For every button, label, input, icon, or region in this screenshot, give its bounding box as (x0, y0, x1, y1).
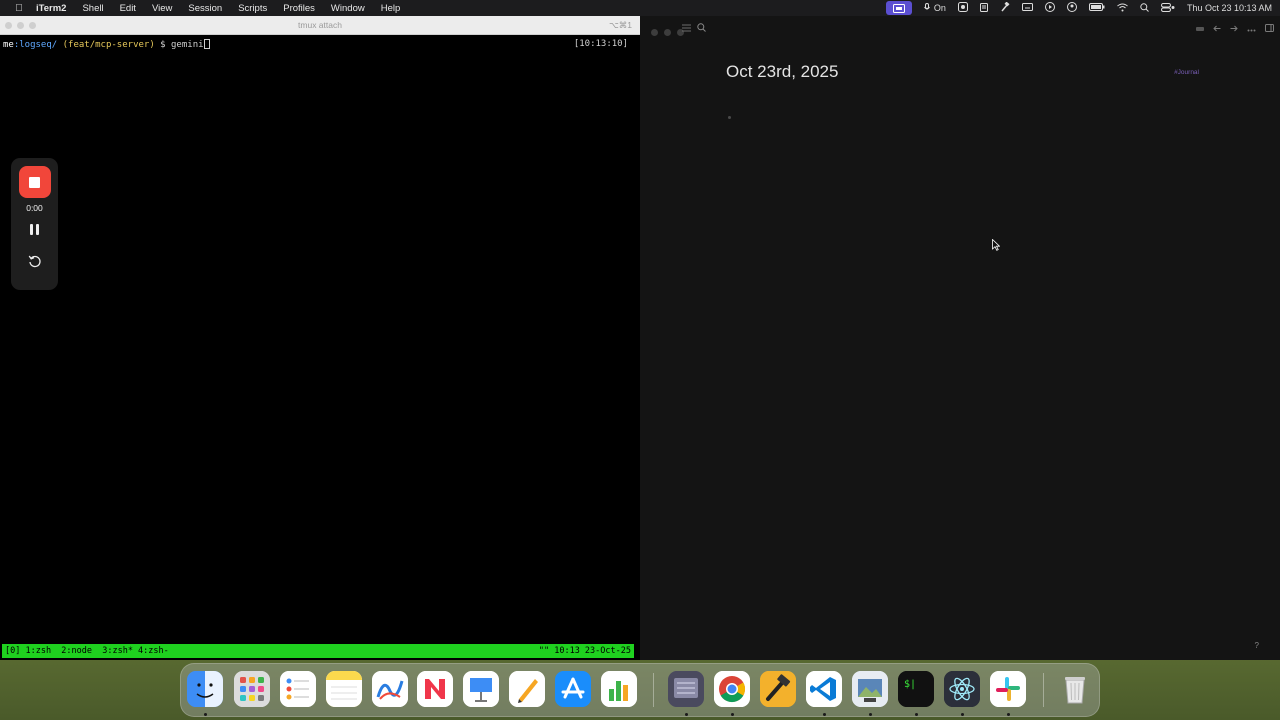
search-icon[interactable] (697, 23, 706, 35)
dock-reminders-icon[interactable] (280, 671, 316, 707)
menu-bar:  iTerm2 Shell Edit View Session Scripts… (0, 0, 1280, 16)
apple-icon[interactable]:  (12, 3, 26, 14)
dock-vs-code-icon[interactable] (806, 671, 842, 707)
menu-scripts[interactable]: Scripts (238, 3, 267, 14)
terminal-pane[interactable]: me:logseq/ (feat/mcp-server) $ gemini [1… (0, 36, 640, 646)
microphone-icon[interactable] (923, 2, 930, 14)
menu-view[interactable]: View (152, 3, 172, 14)
dock-running-indicator (869, 713, 872, 716)
mouse-pointer-icon (992, 238, 1001, 256)
control-center-icon[interactable] (1160, 2, 1175, 14)
window-controls (651, 29, 684, 36)
wifi-icon[interactable] (1117, 3, 1128, 14)
journal-tag[interactable]: #Journal (1174, 69, 1199, 76)
screen-recorder-widget: 0:00 (11, 158, 58, 290)
dock-running-indicator (1007, 713, 1010, 716)
right-sidebar-toggle-icon[interactable] (1265, 23, 1274, 35)
dock-chrome-icon[interactable] (714, 671, 750, 707)
prompt-line: me:logseq/ (feat/mcp-server) $ gemini (3, 39, 210, 50)
dock-running-indicator (731, 713, 734, 716)
iterm-titlebar[interactable]: tmux attach ⌥⌘1 (0, 16, 640, 35)
dock-launchpad-icon[interactable] (234, 671, 270, 707)
dock-app-store-icon[interactable] (555, 671, 591, 707)
back-arrow-icon[interactable] (1213, 23, 1221, 35)
dock-numbers-icon[interactable] (601, 671, 637, 707)
dock-separator (1043, 673, 1044, 707)
prompt-branch: (feat/mcp-server) (62, 40, 155, 50)
dock-trash-icon[interactable] (1057, 671, 1093, 707)
dock-terminal-icon[interactable]: $| (898, 671, 934, 707)
window-title: tmux attach (298, 20, 342, 30)
menu-window[interactable]: Window (331, 3, 365, 14)
window-shortcut-label: ⌥⌘1 (608, 20, 632, 30)
dock-notes-icon[interactable] (326, 671, 362, 707)
command-input[interactable]: gemini (171, 40, 204, 50)
left-toolbar (682, 23, 706, 35)
recording-timer: 0:00 (26, 203, 43, 213)
screen-record-indicator-icon[interactable] (885, 1, 912, 15)
clock-text[interactable]: Thu Oct 23 10:13 AM (1187, 3, 1272, 13)
dock-running-indicator (961, 713, 964, 716)
menu-shell[interactable]: Shell (82, 3, 103, 14)
menu-profiles[interactable]: Profiles (283, 3, 315, 14)
dock-news-icon[interactable] (417, 671, 453, 707)
page-title[interactable]: Oct 23rd, 2025 (726, 62, 838, 82)
minimize-window-button[interactable] (664, 29, 671, 36)
stop-recording-button[interactable] (18, 166, 51, 198)
dock-running-indicator (915, 713, 918, 716)
dock-running-indicator (823, 713, 826, 716)
more-options-icon[interactable] (1247, 23, 1256, 35)
prompt-clock: [10:13:10] (573, 39, 628, 49)
dock-running-indicator (685, 713, 688, 716)
prompt-path: :logseq/ (13, 40, 58, 50)
sidebar-toggle-icon[interactable] (682, 23, 691, 35)
menu-session[interactable]: Session (188, 3, 222, 14)
restart-icon[interactable] (28, 254, 42, 273)
dock-electron-icon[interactable] (944, 671, 980, 707)
dock-preview-icon[interactable] (852, 671, 888, 707)
dock-freeform-icon[interactable] (372, 671, 408, 707)
camera-icon[interactable] (957, 2, 968, 14)
prompt-symbol: $ (160, 40, 166, 50)
clipboard-icon[interactable] (979, 2, 988, 14)
menu-edit[interactable]: Edit (120, 3, 136, 14)
text-cursor (203, 39, 210, 49)
hammer-icon[interactable] (1000, 1, 1010, 14)
dock: $| (180, 663, 1100, 717)
block-bullet[interactable] (728, 116, 731, 119)
pause-icon[interactable] (30, 224, 39, 235)
prompt-user: me (3, 40, 14, 50)
dock-slack-icon[interactable] (990, 671, 1026, 707)
tmux-window-list[interactable]: [0] 1:zsh 2:node 3:zsh* 4:zsh- (5, 646, 169, 656)
user-circle-icon[interactable] (1066, 2, 1077, 14)
keyboard-icon[interactable] (1021, 3, 1033, 13)
status-on-label: On (933, 3, 946, 13)
dock-pages-icon[interactable] (509, 671, 545, 707)
play-icon[interactable] (1044, 2, 1055, 14)
sync-icon[interactable] (1196, 23, 1204, 35)
menu-app-name[interactable]: iTerm2 (36, 3, 66, 14)
dock-keynote-icon[interactable] (463, 671, 499, 707)
svg-text:$|: $| (904, 679, 916, 690)
dock-separator (653, 673, 654, 707)
stop-icon (29, 176, 40, 188)
right-toolbar (1196, 23, 1274, 35)
menu-help[interactable]: Help (381, 3, 401, 14)
iterm-window: tmux attach ⌥⌘1 me:logseq/ (feat/mcp-ser… (0, 16, 640, 660)
dock-simulator-icon[interactable] (668, 671, 704, 707)
logseq-window: Oct 23rd, 2025 #Journal ? (640, 16, 1280, 660)
dock-finder-icon[interactable] (187, 671, 223, 707)
forward-arrow-icon[interactable] (1230, 23, 1238, 35)
close-window-button[interactable] (651, 29, 658, 36)
tmux-status-bar: [0] 1:zsh 2:node 3:zsh* 4:zsh- "" 10:13 … (2, 644, 634, 658)
help-button[interactable]: ? (1255, 641, 1259, 650)
battery-icon[interactable] (1088, 3, 1105, 13)
dock-xcode-tool-icon[interactable] (760, 671, 796, 707)
search-icon[interactable] (1140, 2, 1149, 14)
dock-running-indicator (204, 713, 207, 716)
status-area: On Thu Oct 23 10:13 AM (874, 0, 1280, 16)
tmux-status-right: "" 10:13 23-Oct-25 (538, 646, 631, 656)
